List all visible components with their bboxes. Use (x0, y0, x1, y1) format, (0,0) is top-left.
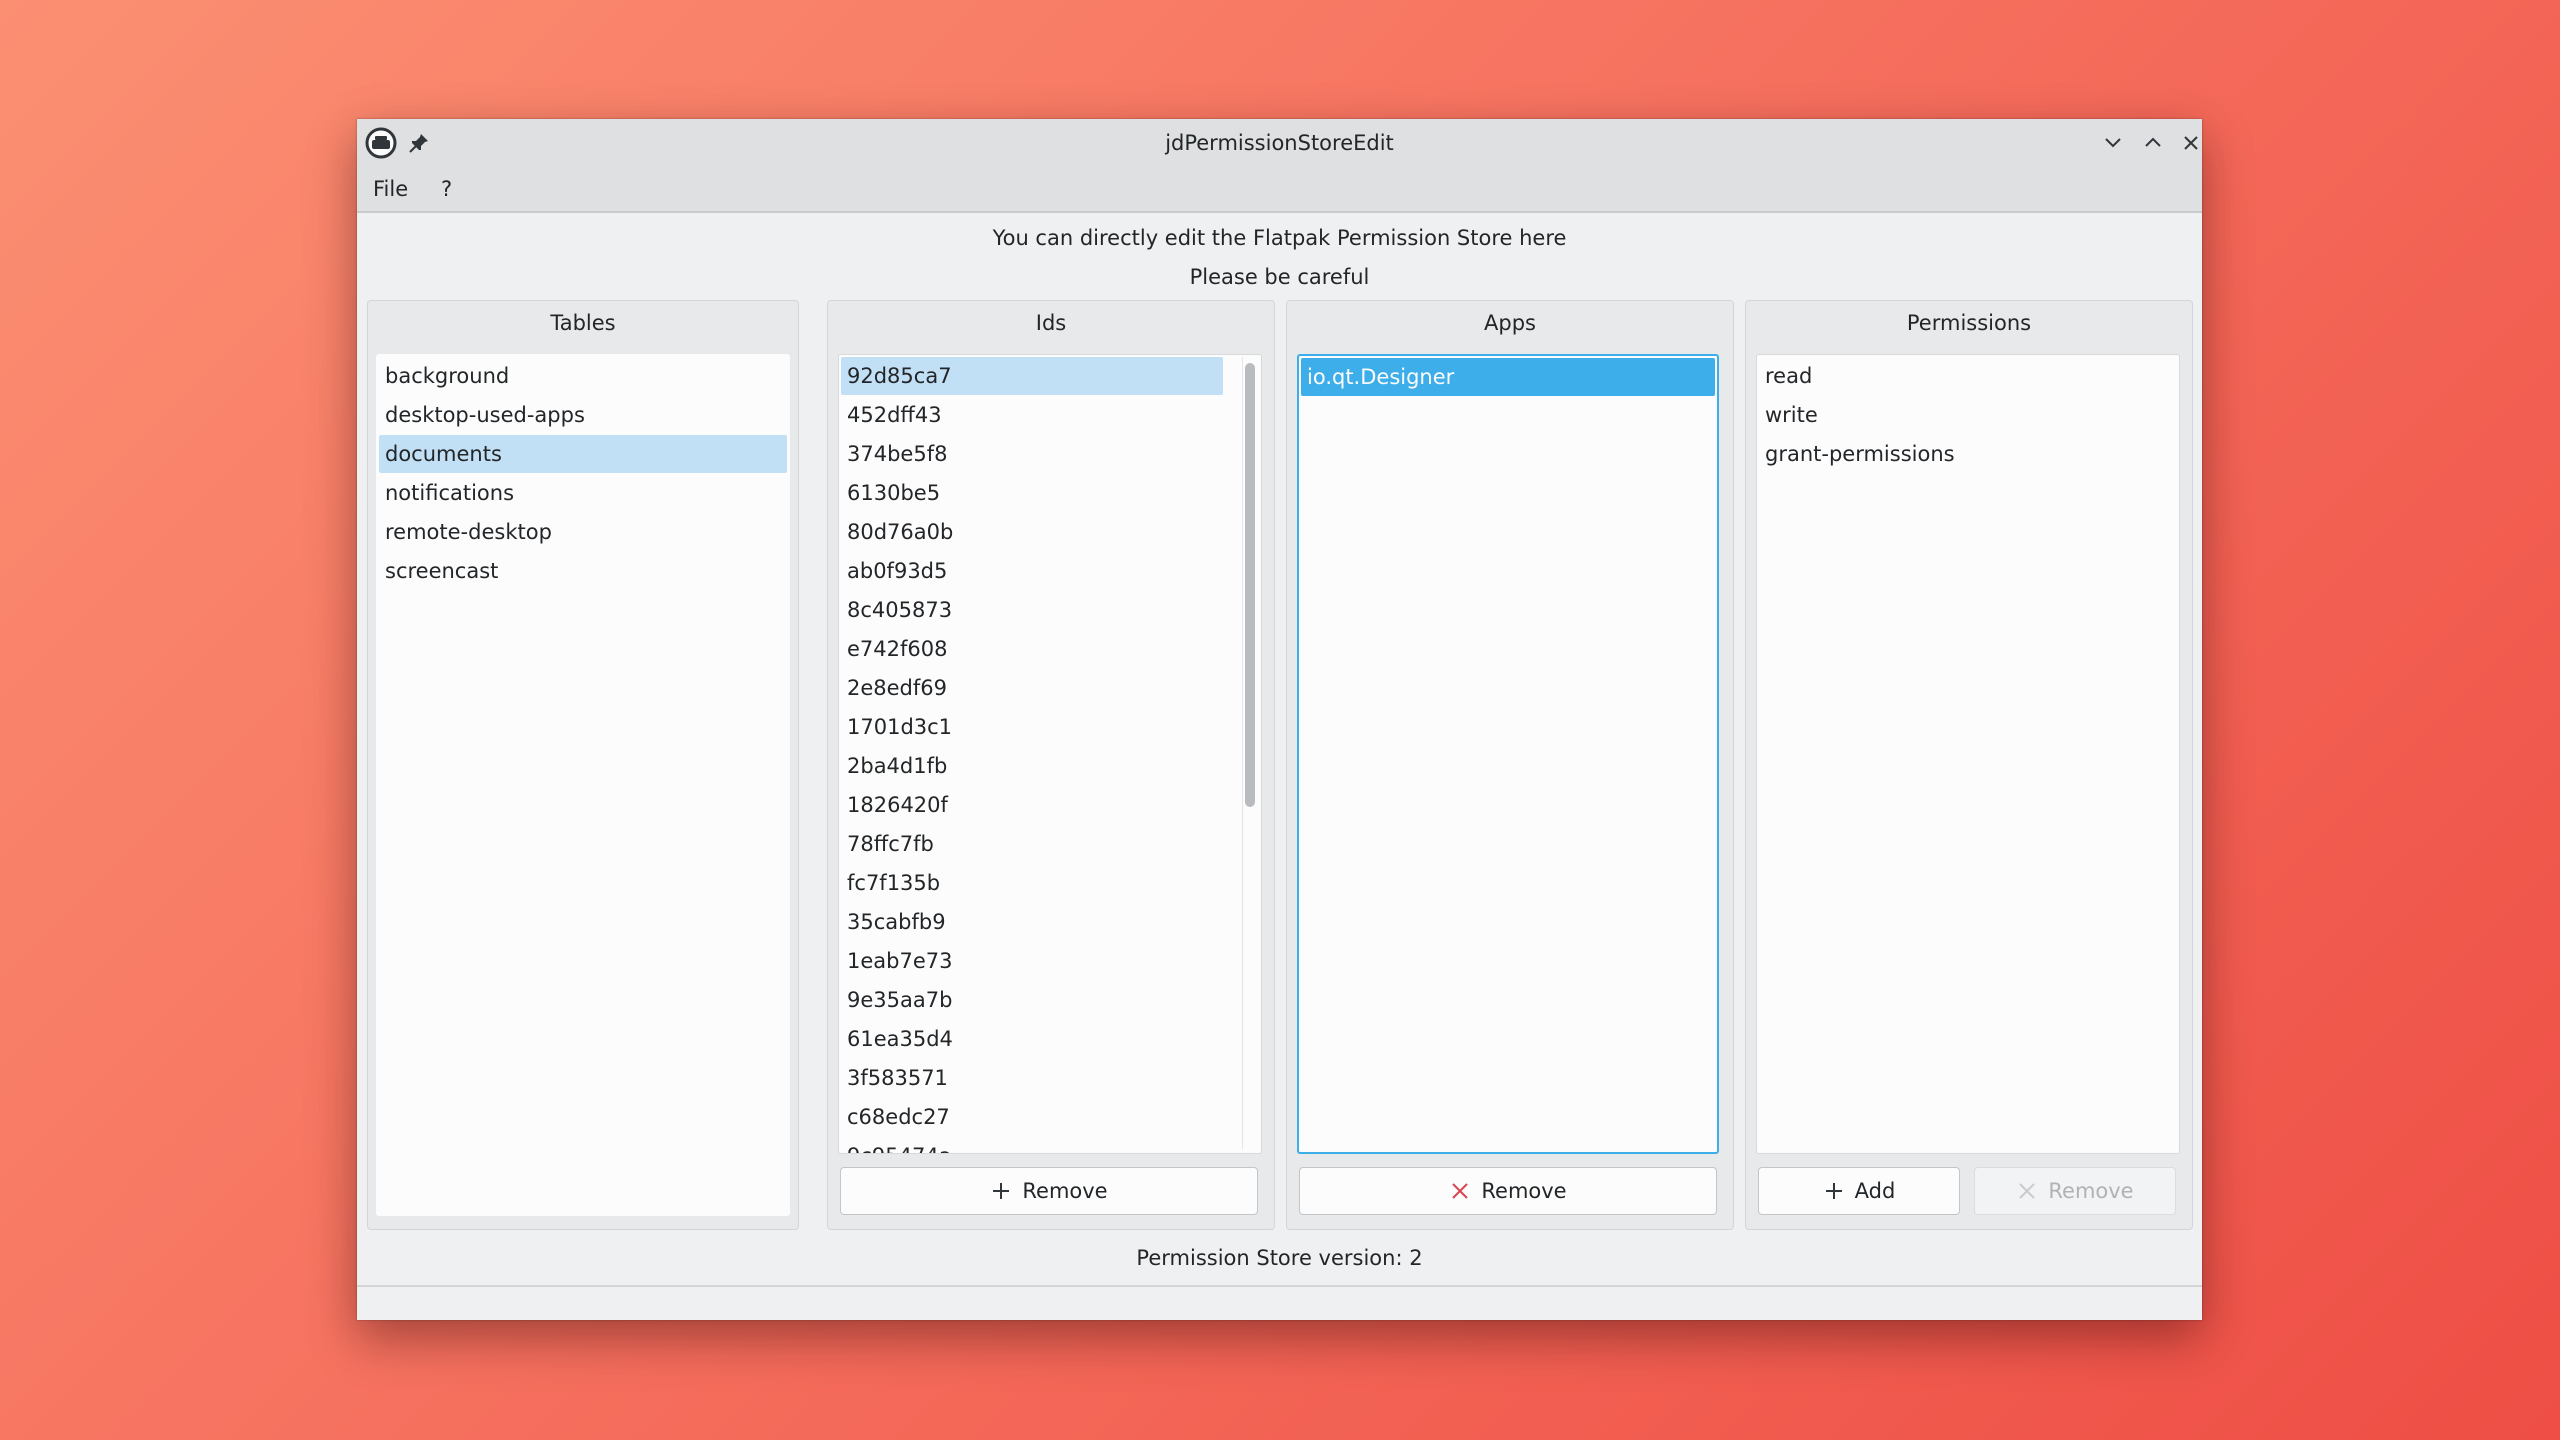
tables-header: Tables (550, 311, 616, 335)
permission-item-grant-permissions[interactable]: grant-permissions (1759, 435, 2177, 473)
tables-panel: Tables background desktop-used-apps docu… (367, 300, 799, 1230)
menu-bar: File ? (357, 167, 2202, 213)
id-item[interactable]: 61ea35d4 (841, 1020, 1223, 1058)
permissions-list[interactable]: read write grant-permissions (1756, 354, 2180, 1154)
permission-item-read[interactable]: read (1759, 357, 2177, 395)
ids-remove-label: Remove (1022, 1179, 1108, 1203)
permission-item-write[interactable]: write (1759, 396, 2177, 434)
apps-remove-label: Remove (1481, 1179, 1567, 1203)
app-window: jdPermissionStoreEdit File ? You can dir… (357, 119, 2202, 1320)
ids-scroll-thumb[interactable] (1245, 363, 1255, 807)
table-item-documents[interactable]: documents (379, 435, 787, 473)
title-bar[interactable]: jdPermissionStoreEdit (357, 119, 2202, 167)
menu-file[interactable]: File (373, 167, 408, 211)
permissions-header: Permissions (1906, 311, 2032, 335)
apps-remove-button[interactable]: Remove (1299, 1167, 1717, 1215)
plus-icon (993, 1183, 1010, 1199)
table-item-remote-desktop[interactable]: remote-desktop (379, 513, 787, 551)
id-item[interactable]: e742f608 (841, 630, 1223, 668)
app-item-io-qt-designer[interactable]: io.qt.Designer (1301, 358, 1715, 396)
id-item[interactable]: 92d85ca7 (841, 357, 1223, 395)
id-item[interactable]: 35cabfb9 (841, 903, 1223, 941)
ids-header: Ids (1035, 311, 1067, 335)
permissions-remove-label: Remove (2048, 1179, 2134, 1203)
chevron-up-icon[interactable] (2139, 129, 2167, 157)
table-item-background[interactable]: background (379, 357, 787, 395)
warning-text: Please be careful (1189, 265, 1370, 289)
id-item[interactable]: 1701d3c1 (841, 708, 1223, 746)
id-item[interactable]: 9c95474a (841, 1137, 1223, 1153)
id-item[interactable]: 8c405873 (841, 591, 1223, 629)
table-item-desktop-used-apps[interactable]: desktop-used-apps (379, 396, 787, 434)
id-item[interactable]: 1eab7e73 (841, 942, 1223, 980)
ids-remove-button[interactable]: Remove (840, 1167, 1258, 1215)
id-item[interactable]: 452dff43 (841, 396, 1223, 434)
ids-panel: Ids 92d85ca7 452dff43 374be5f8 6130be5 8… (827, 300, 1275, 1230)
apps-list[interactable]: io.qt.Designer (1297, 354, 1719, 1154)
id-item[interactable]: 374be5f8 (841, 435, 1223, 473)
store-version-status: Permission Store version: 2 (1136, 1246, 1423, 1270)
info-text: You can directly edit the Flatpak Permis… (992, 226, 1567, 250)
window-title: jdPermissionStoreEdit (1165, 131, 1394, 155)
plus-icon (1825, 1183, 1842, 1199)
id-item[interactable]: 80d76a0b (841, 513, 1223, 551)
status-divider (357, 1285, 2202, 1287)
permissions-remove-button[interactable]: Remove (1974, 1167, 2176, 1215)
menu-help[interactable]: ? (441, 167, 452, 211)
id-item[interactable]: 1826420f (841, 786, 1223, 824)
id-item[interactable]: c68edc27 (841, 1098, 1223, 1136)
close-icon[interactable] (2177, 129, 2205, 157)
apps-header: Apps (1484, 311, 1536, 335)
table-item-screencast[interactable]: screencast (379, 552, 787, 590)
id-item[interactable]: 2ba4d1fb (841, 747, 1223, 785)
chevron-down-icon[interactable] (2099, 129, 2127, 157)
id-item[interactable]: ab0f93d5 (841, 552, 1223, 590)
id-item[interactable]: 3f583571 (841, 1059, 1223, 1097)
id-item[interactable]: fc7f135b (841, 864, 1223, 902)
ids-scrollbar[interactable] (1242, 357, 1259, 1149)
x-icon (1452, 1183, 1469, 1199)
id-item[interactable]: 78ffc7fb (841, 825, 1223, 863)
id-item[interactable]: 2e8edf69 (841, 669, 1223, 707)
apps-panel: Apps io.qt.Designer Remove (1286, 300, 1734, 1230)
id-item[interactable]: 9e35aa7b (841, 981, 1223, 1019)
table-item-notifications[interactable]: notifications (379, 474, 787, 512)
permissions-panel: Permissions read write grant-permissions… (1745, 300, 2193, 1230)
ids-list[interactable]: 92d85ca7 452dff43 374be5f8 6130be5 80d76… (838, 354, 1262, 1154)
x-icon (2019, 1183, 2036, 1199)
tables-list[interactable]: background desktop-used-apps documents n… (376, 354, 790, 1216)
id-item[interactable]: 6130be5 (841, 474, 1223, 512)
permissions-add-button[interactable]: Add (1758, 1167, 1960, 1215)
permissions-add-label: Add (1854, 1179, 1896, 1203)
